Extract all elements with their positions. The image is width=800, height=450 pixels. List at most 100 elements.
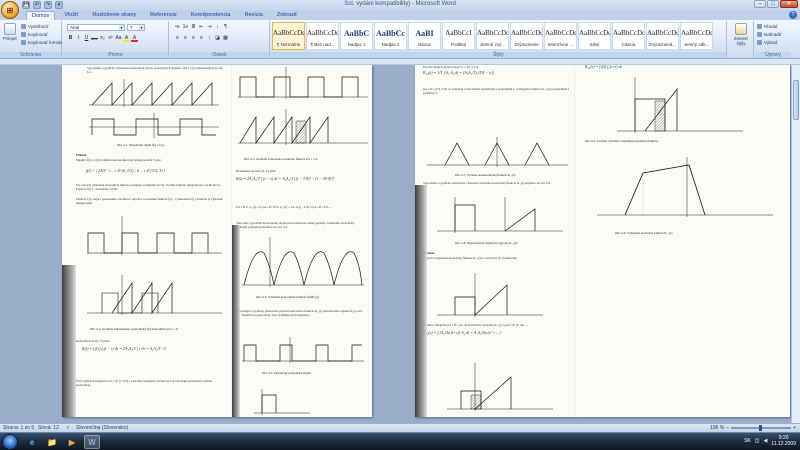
zoom-in-icon[interactable]: +: [793, 425, 796, 431]
style-heading-1[interactable]: AaBbC Nadpis 1: [340, 22, 373, 50]
borders-button[interactable]: ▦: [222, 35, 229, 42]
multilevel-button[interactable]: ≣: [190, 24, 197, 31]
language-bar[interactable]: SK: [744, 438, 751, 444]
editing-group-label: Úpravy: [755, 52, 791, 58]
font-format-buttons: B I U abe x₂ x² Aa A A: [67, 35, 138, 42]
internet-explorer-icon[interactable]: e: [24, 435, 40, 449]
style-title[interactable]: AaBI Názov: [408, 22, 441, 50]
style-subtitle[interactable]: AaBbCcI Podtitul: [442, 22, 475, 50]
format-painter-label: Kopírovať formát: [28, 40, 62, 45]
document-page-1[interactable]: Vypočítajte a graficky znázornite konvol…: [62, 65, 232, 417]
correlation-step-plot: [437, 273, 543, 317]
decrease-indent-button[interactable]: ⇤: [198, 24, 205, 31]
style-heading-2[interactable]: AaBbCc Nadpis 2: [374, 22, 407, 50]
find-button[interactable]: Hľadať: [757, 24, 778, 29]
bold-button[interactable]: B: [67, 35, 74, 42]
style-intense-quote[interactable]: AaBbCcDc Zvýraznená...: [646, 22, 679, 50]
start-button[interactable]: [2, 434, 18, 450]
maximize-button[interactable]: □: [767, 0, 779, 8]
tab-insert[interactable]: Vložiť: [59, 11, 83, 20]
style-subtle-emphasis[interactable]: AaBbCcDc Jemné zvý...: [476, 22, 509, 50]
scrollbar-thumb[interactable]: [793, 80, 799, 120]
style-no-spacing[interactable]: AaBbCcDc ¶ Bez riad...: [306, 22, 339, 50]
cross-correlation-plot: [597, 157, 773, 217]
document-page-4[interactable]: K₁₂(τ) = ∫ f(t)·f₂(t+τ) dt Obr. 6.9. Urč…: [575, 65, 790, 417]
select-button[interactable]: Vybrať: [757, 40, 777, 45]
style-normal[interactable]: AaBbCcDc ¶ Normálne: [272, 22, 305, 50]
style-subtle-reference[interactable]: AaBbCcDc Jemný odk...: [680, 22, 713, 50]
font-color-button[interactable]: A: [131, 35, 138, 42]
select-label: Vybrať: [764, 40, 778, 45]
check-icon[interactable]: ✓: [66, 425, 70, 432]
copy-button[interactable]: Kopírovať: [21, 32, 48, 37]
align-right-button[interactable]: ≡: [190, 35, 197, 42]
underline-button[interactable]: U: [83, 35, 90, 42]
scan-shadow: [62, 265, 76, 417]
tab-references[interactable]: Referencie: [145, 11, 182, 20]
figure-caption: Obr. 6.4. Výsledná konvolučná funkcia f(…: [256, 295, 320, 299]
cut-button[interactable]: Vystrihnúť: [21, 24, 48, 29]
correlation-overlap-plot: [617, 77, 743, 133]
paste-button[interactable]: Prilepiť: [2, 23, 18, 41]
bullets-button[interactable]: •≡: [174, 24, 181, 31]
shading-button[interactable]: ◪: [214, 35, 221, 42]
word-icon[interactable]: W: [84, 435, 100, 449]
minimize-button[interactable]: –: [754, 0, 766, 8]
style-name: Jemné zvý...: [479, 42, 506, 47]
format-painter-button[interactable]: Kopírovať formát: [21, 40, 62, 45]
volume-icon[interactable]: ◀: [763, 438, 767, 444]
document-page-3[interactable]: Pre obe funkcie platí rovnosť T = 4τ(·)·…: [415, 65, 575, 417]
clock[interactable]: 9:20 11.12.2009: [771, 435, 796, 447]
font-size-select[interactable]: 7 ▾: [127, 24, 145, 31]
superscript-button[interactable]: x²: [107, 35, 114, 42]
sort-button[interactable]: ↕: [214, 24, 221, 31]
ribbon-tabs: Domov Vložiť Rozloženie strany Referenci…: [0, 10, 800, 20]
word-count[interactable]: Slová: 12: [38, 425, 59, 432]
zoom-slider-knob[interactable]: [759, 425, 763, 431]
italic-button[interactable]: I: [75, 35, 82, 42]
document-page-2[interactable]: Obr. 6.3. Grafické zobrazenie posunutej …: [232, 65, 372, 417]
highlight-button[interactable]: A: [123, 35, 130, 42]
strikethrough-button[interactable]: abe: [91, 35, 98, 42]
replace-button[interactable]: Nahradiť: [757, 32, 781, 37]
cursor-icon: [757, 40, 762, 45]
page-text: Výpočet vzájomnej korelačnej funkcie K₁₂…: [423, 256, 518, 260]
help-icon[interactable]: ?: [789, 11, 797, 19]
zoom-slider[interactable]: [731, 425, 792, 431]
line-spacing-button[interactable]: ↕: [206, 35, 213, 42]
language-indicator[interactable]: Slovenčina (Slovensko): [76, 425, 128, 432]
increase-indent-button[interactable]: ⇥: [206, 24, 213, 31]
subscript-button[interactable]: x₂: [99, 35, 106, 42]
folder-icon[interactable]: 📁: [44, 435, 60, 449]
style-emphasis[interactable]: AaBbCcDc Zvýraznenie: [510, 22, 543, 50]
find-label: Hľadať: [764, 24, 778, 29]
style-strong[interactable]: AaBbCcDc Silný: [578, 22, 611, 50]
tab-home[interactable]: Domov: [26, 11, 56, 20]
zoom-out-icon[interactable]: −: [726, 425, 729, 431]
document-area[interactable]: Vypočítajte a graficky znázornite konvol…: [0, 65, 800, 423]
office-button[interactable]: ⊞: [1, 1, 19, 19]
numbering-button[interactable]: 1≡: [182, 24, 189, 31]
close-button[interactable]: ✕: [780, 0, 798, 8]
tab-view[interactable]: Zobraziť: [272, 11, 302, 20]
change-styles-button[interactable]: Zmeniť štýly: [733, 23, 749, 46]
alignment-buttons: ≡ ≡ ≡ ≡ ↕ ◪ ▦: [174, 35, 229, 42]
align-center-button[interactable]: ≡: [182, 35, 189, 42]
page-count[interactable]: Strana: 1 zo 5: [3, 425, 34, 432]
style-sample: AaBbCcDc: [477, 29, 508, 37]
style-quote[interactable]: AaBbCcDc Citácia: [612, 22, 645, 50]
media-player-icon[interactable]: ▶: [64, 435, 80, 449]
tab-page-layout[interactable]: Rozloženie strany: [87, 11, 141, 20]
align-left-button[interactable]: ≡: [174, 35, 181, 42]
tab-review[interactable]: Revízia: [240, 11, 268, 20]
show-marks-button[interactable]: ¶: [222, 24, 229, 31]
page-text: Pre obe funkcie platí rovnosť T = 4τ(·)·…: [423, 65, 479, 69]
vertical-scrollbar[interactable]: [791, 65, 800, 423]
network-icon[interactable]: ◫: [755, 438, 760, 444]
tab-mailings[interactable]: Korešpondencia: [186, 11, 236, 20]
style-intense-emphasis[interactable]: AaBbCcDc Intenzívne ...: [544, 22, 577, 50]
zoom-level[interactable]: 106 %: [710, 425, 724, 431]
justify-button[interactable]: ≡: [198, 35, 205, 42]
change-case-button[interactable]: Aa: [115, 35, 122, 42]
font-family-select[interactable]: Arial ▾: [67, 24, 125, 31]
